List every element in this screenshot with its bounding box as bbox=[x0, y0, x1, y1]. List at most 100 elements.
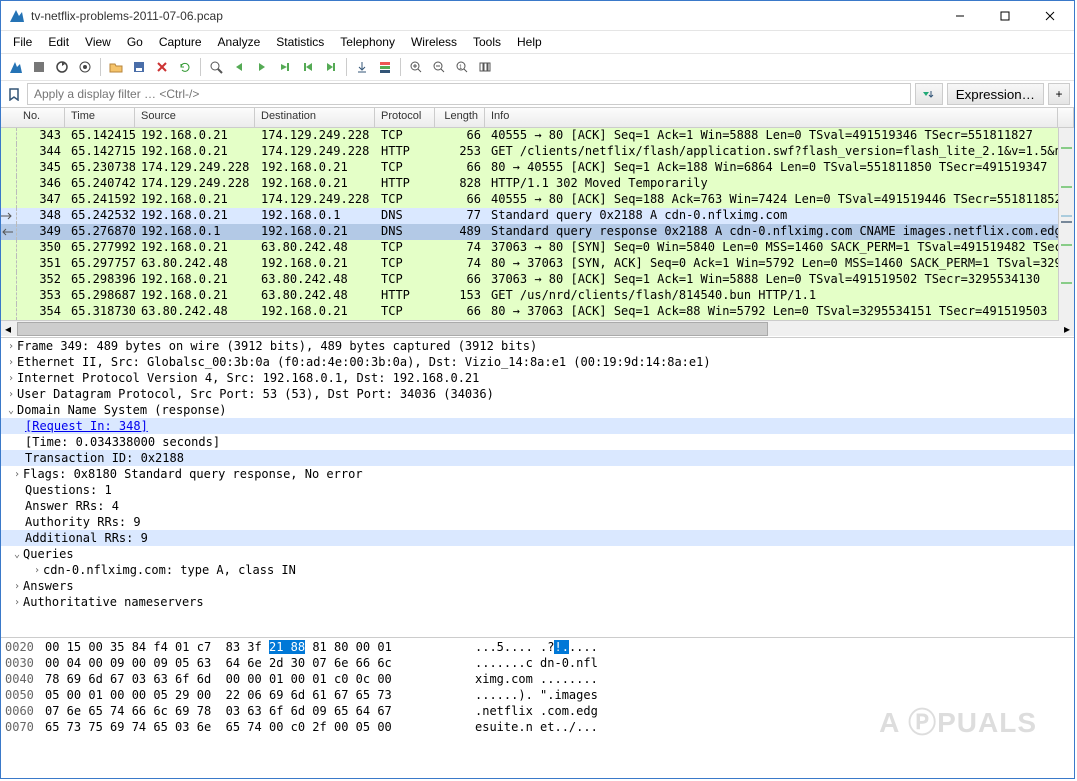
packet-bytes-pane[interactable]: 002000 15 00 35 84 f4 01 c7 83 3f 21 88 … bbox=[1, 637, 1074, 759]
caret-icon[interactable]: › bbox=[11, 469, 23, 480]
hex-row[interactable]: 003000 04 00 09 00 09 05 63 64 6e 2d 30 … bbox=[5, 656, 1070, 672]
tree-frame[interactable]: Frame 349: 489 bytes on wire (3912 bits)… bbox=[17, 339, 537, 353]
caret-icon[interactable]: › bbox=[5, 357, 17, 368]
hex-row[interactable]: 005005 00 01 00 00 05 29 00 22 06 69 6d … bbox=[5, 688, 1070, 704]
save-file-icon[interactable] bbox=[128, 56, 150, 78]
auto-scroll-icon[interactable] bbox=[351, 56, 373, 78]
hex-row[interactable]: 007065 73 75 69 74 65 03 6e 65 74 00 c0 … bbox=[5, 720, 1070, 736]
add-filter-button[interactable]: + bbox=[1048, 83, 1070, 105]
reload-file-icon[interactable] bbox=[174, 56, 196, 78]
bookmark-icon[interactable] bbox=[5, 85, 23, 103]
tree-additional-rrs[interactable]: Additional RRs: 9 bbox=[25, 531, 148, 545]
close-button[interactable] bbox=[1027, 2, 1072, 30]
tree-txid[interactable]: Transaction ID: 0x2188 bbox=[25, 451, 184, 465]
packet-row[interactable]: 35165.29775763.80.242.48192.168.0.21TCP7… bbox=[1, 256, 1074, 272]
caret-down-icon[interactable]: ⌄ bbox=[5, 405, 17, 416]
col-header-no[interactable]: No. bbox=[17, 108, 65, 127]
tree-ip[interactable]: Internet Protocol Version 4, Src: 192.16… bbox=[17, 371, 479, 385]
maximize-button[interactable] bbox=[982, 2, 1027, 30]
expression-button[interactable]: Expression… bbox=[947, 83, 1044, 105]
filter-dropdown-button[interactable] bbox=[915, 83, 943, 105]
go-prev-icon[interactable] bbox=[228, 56, 250, 78]
caret-icon[interactable]: › bbox=[11, 581, 23, 592]
tree-time[interactable]: [Time: 0.034338000 seconds] bbox=[25, 435, 220, 449]
tree-flags[interactable]: Flags: 0x8180 Standard query response, N… bbox=[23, 467, 363, 481]
packet-row[interactable]: 35065.277992192.168.0.2163.80.242.48TCP7… bbox=[1, 240, 1074, 256]
tree-request-in[interactable]: [Request In: 348] bbox=[25, 419, 148, 433]
packet-row[interactable]: 34465.142715192.168.0.21174.129.249.228H… bbox=[1, 144, 1074, 160]
packet-details-pane[interactable]: ›Frame 349: 489 bytes on wire (3912 bits… bbox=[1, 337, 1074, 637]
packet-row[interactable]: 34865.242532192.168.0.21192.168.0.1DNS77… bbox=[1, 208, 1074, 224]
tree-answers[interactable]: Answers bbox=[23, 579, 74, 593]
goto-packet-icon[interactable] bbox=[274, 56, 296, 78]
tree-eth[interactable]: Ethernet II, Src: Globalsc_00:3b:0a (f0:… bbox=[17, 355, 711, 369]
go-first-icon[interactable] bbox=[297, 56, 319, 78]
menu-tools[interactable]: Tools bbox=[465, 33, 509, 51]
caret-icon[interactable]: › bbox=[31, 565, 43, 576]
caret-icon[interactable]: › bbox=[5, 389, 17, 400]
packet-rows[interactable]: 34365.142415192.168.0.21174.129.249.228T… bbox=[1, 128, 1074, 320]
go-next-icon[interactable] bbox=[251, 56, 273, 78]
menu-help[interactable]: Help bbox=[509, 33, 550, 51]
packet-row[interactable]: 34665.240742174.129.249.228192.168.0.21H… bbox=[1, 176, 1074, 192]
menu-analyze[interactable]: Analyze bbox=[210, 33, 269, 51]
col-header-info[interactable]: Info bbox=[485, 108, 1058, 127]
tree-udp[interactable]: User Datagram Protocol, Src Port: 53 (53… bbox=[17, 387, 494, 401]
app-window: tv-netflix-problems-2011-07-06.pcap File… bbox=[0, 0, 1075, 779]
packet-list-scrollbar[interactable] bbox=[1058, 128, 1074, 321]
packet-row[interactable]: 35365.298687192.168.0.2163.80.242.48HTTP… bbox=[1, 288, 1074, 304]
menu-capture[interactable]: Capture bbox=[151, 33, 210, 51]
col-header-length[interactable]: Length bbox=[435, 108, 485, 127]
open-file-icon[interactable] bbox=[105, 56, 127, 78]
menu-wireless[interactable]: Wireless bbox=[403, 33, 465, 51]
zoom-reset-icon[interactable]: 1 bbox=[451, 56, 473, 78]
toolbar: 1 bbox=[1, 53, 1074, 81]
menu-edit[interactable]: Edit bbox=[40, 33, 77, 51]
start-capture-icon[interactable] bbox=[5, 56, 27, 78]
packet-list-hscroll[interactable]: ◂ ▸ bbox=[1, 320, 1074, 336]
hex-row[interactable]: 006007 6e 65 74 66 6c 69 78 03 63 6f 6d … bbox=[5, 704, 1070, 720]
restart-capture-icon[interactable] bbox=[51, 56, 73, 78]
hex-row[interactable]: 004078 69 6d 67 03 63 6f 6d 00 00 01 00 … bbox=[5, 672, 1070, 688]
packet-row[interactable]: 35465.31873063.80.242.48192.168.0.21TCP6… bbox=[1, 304, 1074, 320]
col-header-protocol[interactable]: Protocol bbox=[375, 108, 435, 127]
packet-row[interactable]: 34765.241592192.168.0.21174.129.249.228T… bbox=[1, 192, 1074, 208]
packet-row[interactable]: 34365.142415192.168.0.21174.129.249.228T… bbox=[1, 128, 1074, 144]
close-file-icon[interactable] bbox=[151, 56, 173, 78]
col-header-source[interactable]: Source bbox=[135, 108, 255, 127]
caret-down-icon[interactable]: ⌄ bbox=[11, 549, 23, 560]
caret-icon[interactable]: › bbox=[11, 597, 23, 608]
tree-query-0[interactable]: cdn-0.nflximg.com: type A, class IN bbox=[43, 563, 296, 577]
packet-list-pane: No. Time Source Destination Protocol Len… bbox=[1, 107, 1074, 337]
go-last-icon[interactable] bbox=[320, 56, 342, 78]
menu-go[interactable]: Go bbox=[119, 33, 151, 51]
tree-questions[interactable]: Questions: 1 bbox=[25, 483, 112, 497]
packet-row[interactable]: 34565.230738174.129.249.228192.168.0.21T… bbox=[1, 160, 1074, 176]
menu-file[interactable]: File bbox=[5, 33, 40, 51]
caret-icon[interactable]: › bbox=[5, 341, 17, 352]
tree-dns[interactable]: Domain Name System (response) bbox=[17, 403, 227, 417]
tree-authns[interactable]: Authoritative nameservers bbox=[23, 595, 204, 609]
col-header-time[interactable]: Time bbox=[65, 108, 135, 127]
capture-options-icon[interactable] bbox=[74, 56, 96, 78]
packet-row[interactable]: 34965.276870192.168.0.1192.168.0.21DNS48… bbox=[1, 224, 1074, 240]
display-filter-input[interactable] bbox=[27, 83, 911, 105]
find-packet-icon[interactable] bbox=[205, 56, 227, 78]
menu-statistics[interactable]: Statistics bbox=[268, 33, 332, 51]
resize-columns-icon[interactable] bbox=[474, 56, 496, 78]
menu-telephony[interactable]: Telephony bbox=[332, 33, 403, 51]
zoom-in-icon[interactable] bbox=[405, 56, 427, 78]
col-header-destination[interactable]: Destination bbox=[255, 108, 375, 127]
tree-answer-rrs[interactable]: Answer RRs: 4 bbox=[25, 499, 119, 513]
stop-capture-icon[interactable] bbox=[28, 56, 50, 78]
colorize-icon[interactable] bbox=[374, 56, 396, 78]
app-icon bbox=[9, 8, 25, 24]
packet-row[interactable]: 35265.298396192.168.0.2163.80.242.48TCP6… bbox=[1, 272, 1074, 288]
tree-authority-rrs[interactable]: Authority RRs: 9 bbox=[25, 515, 141, 529]
minimize-button[interactable] bbox=[937, 2, 982, 30]
tree-queries[interactable]: Queries bbox=[23, 547, 74, 561]
menu-view[interactable]: View bbox=[77, 33, 119, 51]
caret-icon[interactable]: › bbox=[5, 373, 17, 384]
zoom-out-icon[interactable] bbox=[428, 56, 450, 78]
hex-row[interactable]: 002000 15 00 35 84 f4 01 c7 83 3f 21 88 … bbox=[5, 640, 1070, 656]
